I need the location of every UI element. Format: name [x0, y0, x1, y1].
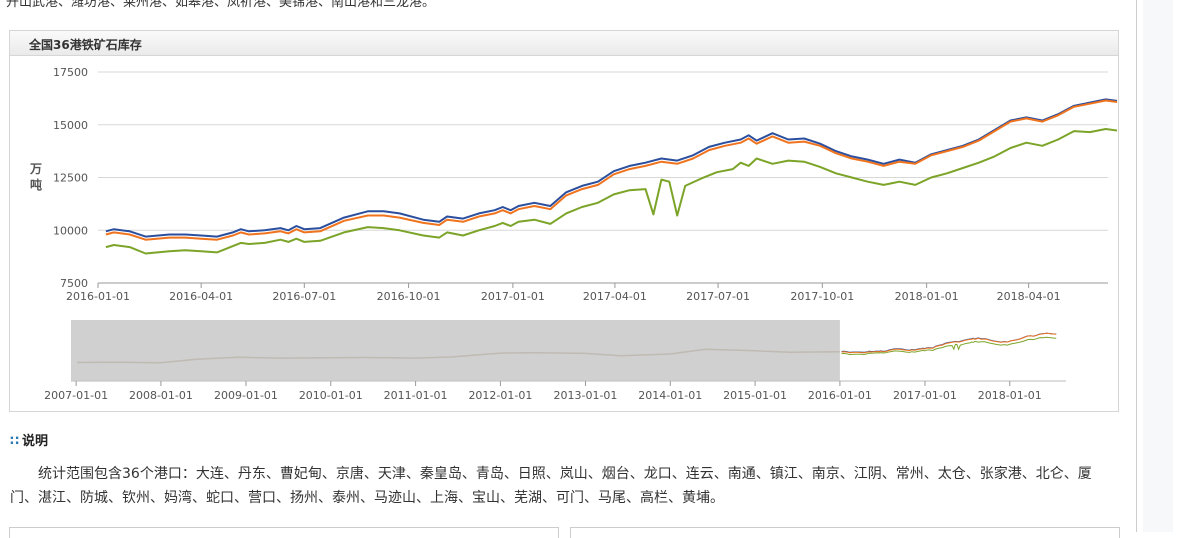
- navigator-tick-label: 2012-01-01: [468, 389, 532, 402]
- x-tick-label: 2017-07-01: [686, 290, 750, 303]
- y-tick-label: 10000: [53, 224, 88, 237]
- navigator-tick-label: 2009-01-01: [214, 389, 278, 402]
- bullet-icon: ∷: [10, 434, 20, 449]
- navigator-tick-label: 2010-01-01: [299, 389, 363, 402]
- navigator-tick-label: 2015-01-01: [723, 389, 787, 402]
- x-tick-label: 2016-01-01: [66, 290, 130, 303]
- navigator-tick-label: 2007-01-01: [44, 389, 108, 402]
- line-chart[interactable]: 1750015000125001000075002016-01-01 2016-0…: [11, 56, 1154, 410]
- right-sidebar: [1136, 0, 1178, 532]
- chart-title: 全国36港铁矿石库存: [29, 38, 142, 52]
- x-tick-label: 2016-07-01: [272, 290, 336, 303]
- intro-text: 开山武港、潍坊港、莱州港、如皋港、凤祈港、美锦港、南山港和三龙港。: [6, 0, 436, 10]
- x-tick-label: 2018-01-01: [895, 290, 959, 303]
- note-title: 说明: [22, 434, 49, 449]
- scrollbar-track[interactable]: [1143, 0, 1173, 532]
- navigator-tick-label: 2014-01-01: [638, 389, 702, 402]
- y-tick-label: 7500: [60, 277, 88, 290]
- y-tick-label: 15000: [53, 119, 88, 132]
- series-line-2: [105, 99, 1154, 241]
- navigator-tick-label: 2011-01-01: [384, 389, 448, 402]
- navigator-tick-label: 2016-01-01: [808, 389, 872, 402]
- y-axis-label: 万: [29, 162, 42, 176]
- y-tick-label: 12500: [53, 172, 88, 185]
- bottom-panel-right: [570, 527, 1120, 538]
- chart-area: 17500 15000 12500 10000 7500 2016-01-01 2016-0…: [11, 56, 1154, 410]
- y-tick-label: 17500: [53, 66, 88, 79]
- navigator-tick-label: 2018-01-01: [978, 389, 1042, 402]
- bottom-panel-left: [9, 527, 559, 538]
- navigator-mask: [71, 320, 840, 381]
- note-body: 统计范围包含36个港口：大连、丹东、曹妃甸、京唐、天津、秦皇岛、青岛、日照、岚山…: [10, 466, 1092, 506]
- navigator-tick-label: 2017-01-01: [893, 389, 957, 402]
- navigator-series-2: [841, 332, 1057, 354]
- note-heading: ∷ 说明: [10, 430, 48, 449]
- x-tick-label: 2017-10-01: [790, 290, 854, 303]
- x-tick-label: 2017-01-01: [481, 290, 545, 303]
- chart-panel-header: 全国36港铁矿石库存: [10, 31, 1118, 56]
- x-tick-label: 2018-04-01: [997, 290, 1061, 303]
- navigator-tick-label: 2013-01-01: [553, 389, 617, 402]
- chart-panel: 全国36港铁矿石库存 17500 15000 12500 10000 7500 2016-…: [9, 30, 1154, 412]
- x-tick-label: 2016-04-01: [169, 290, 233, 303]
- y-axis-label: 吨: [30, 177, 42, 192]
- x-tick-label: 2017-04-01: [583, 290, 647, 303]
- x-tick-label: 2016-10-01: [377, 290, 441, 303]
- navigator-tick-label: 2008-01-01: [129, 389, 193, 402]
